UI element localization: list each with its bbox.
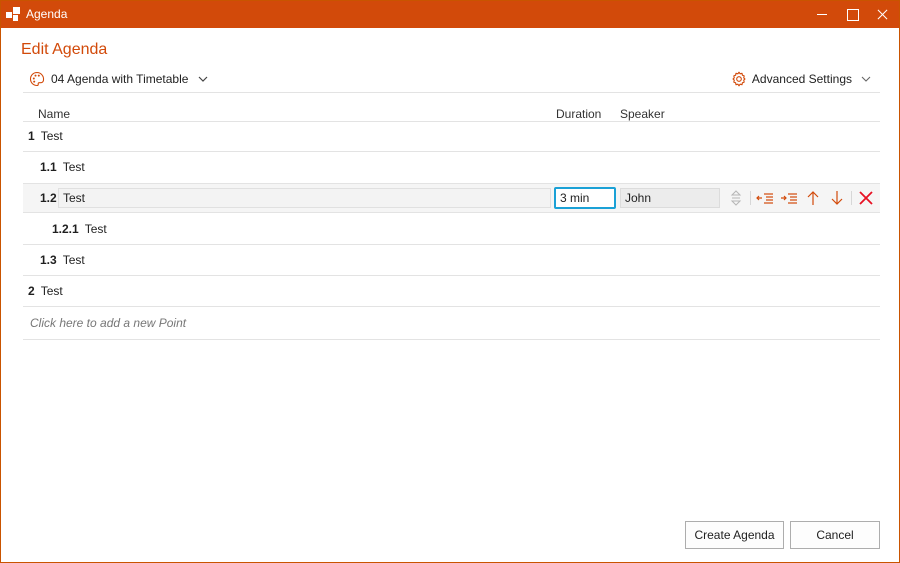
palette-icon — [29, 71, 45, 87]
delete-icon[interactable] — [857, 189, 875, 207]
row-number: 1.1 — [40, 160, 57, 174]
speaker-input[interactable]: John — [620, 188, 720, 208]
minimize-button[interactable] — [807, 1, 837, 28]
divider — [23, 92, 880, 93]
window-title: Agenda — [26, 7, 68, 21]
move-up-icon[interactable] — [804, 189, 822, 207]
row-title: Test — [40, 284, 63, 298]
divider — [23, 121, 880, 122]
move-down-icon[interactable] — [828, 189, 846, 207]
indent-icon[interactable] — [780, 189, 798, 207]
row-title: Test — [62, 253, 85, 267]
agenda-row[interactable]: 1 Test — [28, 121, 63, 151]
divider — [23, 306, 880, 307]
column-header-name: Name — [38, 107, 71, 121]
toolbar-separator — [851, 191, 852, 205]
column-header-speaker: Speaker — [620, 107, 665, 121]
drag-handle-icon[interactable] — [727, 189, 745, 207]
cancel-button[interactable]: Cancel — [790, 521, 880, 549]
agenda-row[interactable]: 1.2.1 Test — [52, 214, 107, 244]
row-title: Test — [40, 129, 63, 143]
close-window-button[interactable] — [867, 1, 897, 28]
add-point-placeholder[interactable]: Click here to add a new Point — [30, 316, 186, 330]
divider — [23, 275, 880, 276]
toolbar-separator — [750, 191, 751, 205]
advanced-settings-label: Advanced Settings — [751, 72, 852, 86]
duration-input[interactable]: 3 min — [554, 187, 616, 209]
row-number: 2 — [28, 284, 35, 298]
row-title: Test — [62, 160, 85, 174]
template-label: 04 Agenda with Timetable — [51, 72, 189, 86]
divider — [23, 244, 880, 245]
row-number: 1.3 — [40, 253, 57, 267]
row-number: 1.2 — [40, 191, 57, 205]
title-bar[interactable]: Agenda — [1, 1, 899, 28]
gear-icon — [732, 71, 746, 87]
agenda-row[interactable]: 2 Test — [28, 276, 63, 306]
advanced-settings-dropdown[interactable]: Advanced Settings — [731, 69, 871, 89]
agenda-row[interactable]: 1.1 Test — [40, 152, 85, 182]
app-icon — [6, 7, 20, 21]
row-number: 1.2.1 — [52, 222, 79, 236]
divider — [23, 151, 880, 152]
template-dropdown[interactable]: 04 Agenda with Timetable — [29, 69, 208, 89]
maximize-button[interactable] — [837, 1, 867, 28]
agenda-row[interactable]: 1.3 Test — [40, 245, 85, 275]
column-header-duration: Duration — [556, 107, 602, 121]
outdent-icon[interactable] — [756, 189, 774, 207]
chevron-down-icon — [199, 76, 208, 82]
row-title: Test — [84, 222, 107, 236]
point-name-input[interactable]: Test — [58, 188, 551, 208]
row-number: 1 — [28, 129, 35, 143]
page-title: Edit Agenda — [21, 41, 108, 58]
create-agenda-button[interactable]: Create Agenda — [685, 521, 784, 549]
chevron-down-icon — [861, 76, 871, 82]
divider — [23, 339, 880, 340]
agenda-window: Agenda Edit Agenda 04 Agenda with Timeta… — [0, 0, 900, 563]
